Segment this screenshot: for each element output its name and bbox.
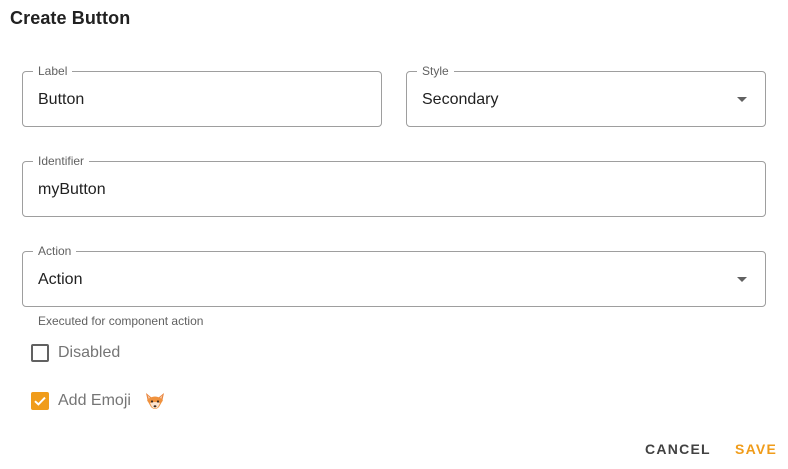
disabled-checkbox[interactable] [31, 344, 49, 362]
identifier-field-value: myButton [38, 181, 106, 198]
add-emoji-checkbox-row[interactable]: Add Emoji [31, 391, 166, 411]
add-emoji-checkbox-label: Add Emoji [58, 392, 131, 409]
style-select-value: Secondary [422, 91, 499, 108]
save-button[interactable]: SAVE [735, 441, 777, 457]
disabled-checkbox-label: Disabled [58, 344, 121, 361]
action-select-legend: Action [33, 244, 77, 258]
dialog-title: Create Button [10, 8, 131, 28]
label-field-legend: Label [33, 64, 73, 78]
label-field-value: Button [38, 91, 85, 108]
cancel-button[interactable]: CANCEL [645, 441, 711, 457]
action-select-value: Action [38, 271, 83, 288]
chevron-down-icon[interactable] [737, 277, 747, 282]
chevron-down-icon[interactable] [737, 97, 747, 102]
checkmark-icon [34, 396, 46, 406]
fox-face-icon[interactable] [144, 390, 166, 412]
action-select[interactable]: Action Action [22, 244, 766, 307]
label-field[interactable]: Label Button [22, 64, 382, 127]
style-select-legend: Style [417, 64, 454, 78]
identifier-field[interactable]: Identifier myButton [22, 154, 766, 217]
add-emoji-checkbox[interactable] [31, 392, 49, 410]
identifier-field-legend: Identifier [33, 154, 90, 168]
disabled-checkbox-row[interactable]: Disabled [31, 343, 120, 363]
action-helper-text: Executed for component action [38, 314, 204, 328]
style-select[interactable]: Style Secondary [406, 64, 766, 127]
